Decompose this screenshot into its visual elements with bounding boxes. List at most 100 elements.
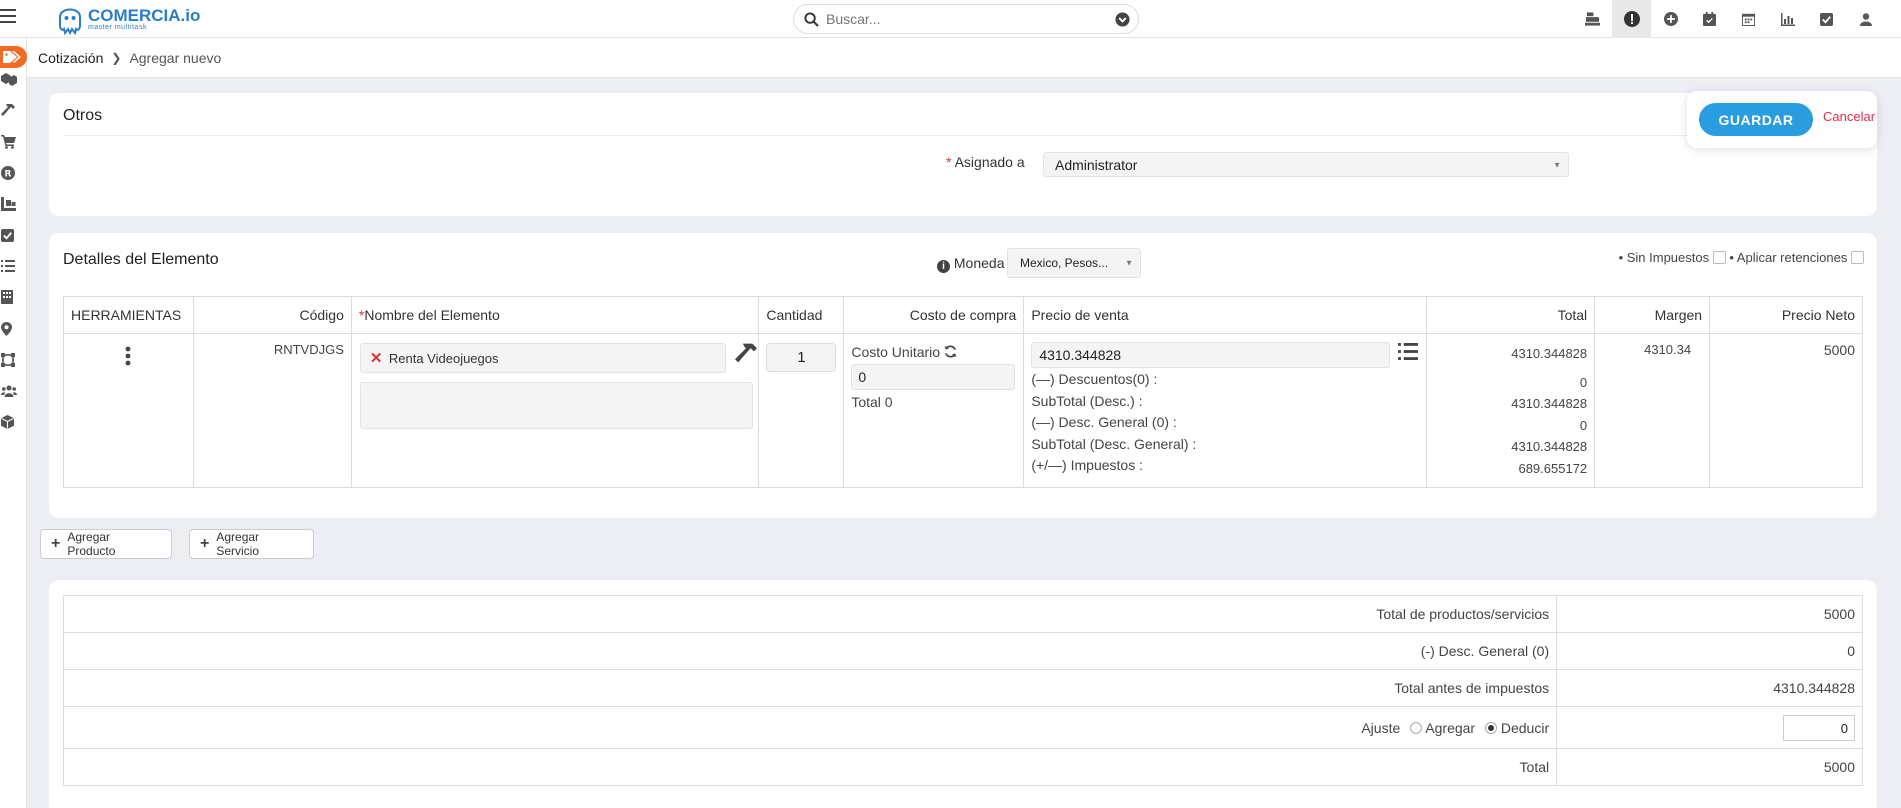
totals-row-products: Total de productos/servicios 5000 — [62, 595, 1863, 633]
sidebar-item-workflow[interactable] — [0, 350, 27, 370]
general-desc-total-value: 0 — [1556, 632, 1863, 670]
cart-icon — [1, 135, 16, 149]
users-icon — [1, 385, 17, 397]
aplicar-retenciones-checkbox[interactable] — [1851, 251, 1864, 264]
left-sidebar: R — [0, 38, 27, 808]
building-icon — [1, 290, 13, 304]
adjust-cell: Ajuste Agregar Deducir — [62, 706, 1558, 749]
col-code: Código — [192, 296, 352, 334]
sidebar-item-company[interactable] — [0, 287, 27, 307]
sidebar-item-locations[interactable] — [0, 319, 27, 339]
info-icon: i — [937, 260, 950, 273]
currency-select[interactable]: Mexico, Pesos... ▼ — [1007, 248, 1141, 278]
logo-tagline: master multitask — [88, 24, 147, 31]
products-total-value: 5000 — [1556, 595, 1863, 633]
search-bar[interactable] — [793, 4, 1139, 34]
breadcrumb: Cotización ❯ Agregar nuevo — [27, 38, 1901, 78]
sidebar-item-products[interactable] — [0, 412, 27, 432]
breadcrumb-current: Agregar nuevo — [129, 49, 222, 66]
chevron-down-circle-icon[interactable] — [1115, 12, 1130, 27]
before-tax-value: 4310.344828 — [1556, 669, 1863, 707]
top-bar: COMERCIA.io master multitask — [0, 0, 1901, 38]
cash-register-icon[interactable] — [1573, 0, 1612, 38]
sidebar-item-list[interactable] — [0, 256, 27, 276]
discounts-label[interactable]: (—) Descuentos(0) : — [1031, 369, 1419, 391]
sidebar-item-tasks[interactable] — [0, 225, 27, 245]
otros-panel: Otros * Asignado a Administrator ▼ — [49, 93, 1877, 216]
currency-label: i Moneda — [937, 255, 1004, 273]
taxes-label[interactable]: (+/—) Impuestos : — [1031, 455, 1419, 477]
total-general-desc: 0 — [1579, 417, 1588, 433]
plus-icon: + — [200, 535, 210, 552]
sidebar-item-tools[interactable] — [0, 100, 27, 120]
cancel-link[interactable]: Cancelar — [1823, 109, 1875, 124]
refresh-icon[interactable] — [944, 345, 957, 358]
products-total-label: Total de productos/servicios — [62, 595, 1558, 633]
col-cost: Costo de compra — [843, 296, 1025, 334]
name-cell: ✕ Renta Videojuegos — [350, 333, 760, 488]
checkbox-icon — [1, 228, 14, 242]
sin-impuestos-label: • Sin Impuestos — [1618, 250, 1710, 265]
item-name-field[interactable]: ✕ Renta Videojuegos — [359, 343, 726, 373]
boxes-icon — [1, 73, 17, 86]
assigned-select[interactable]: Administrator ▼ — [1043, 152, 1569, 177]
adjust-label: Ajuste — [1361, 719, 1401, 736]
adjust-add-radio[interactable] — [1410, 721, 1423, 734]
pallet-icon — [1, 197, 16, 211]
user-icon[interactable] — [1846, 0, 1885, 38]
cost-total: Total 0 — [851, 394, 893, 410]
calendar-check-icon[interactable] — [1690, 0, 1729, 38]
sidebar-item-tag[interactable] — [0, 46, 27, 68]
price-input[interactable]: 4310.344828 — [1031, 342, 1391, 368]
totals-row-adjust: Ajuste Agregar Deducir 0 — [62, 706, 1863, 749]
search-input[interactable] — [826, 10, 1096, 28]
tag-icon — [3, 51, 21, 63]
general-desc-total-label[interactable]: (-) Desc. General (0) — [62, 632, 1558, 670]
general-desc-label[interactable]: (—) Desc. General (0) : — [1031, 412, 1419, 434]
cube-icon — [1, 415, 14, 429]
add-service-button[interactable]: + Agregar Servicio — [189, 529, 314, 559]
adjust-deduct-radio[interactable] — [1484, 721, 1497, 734]
col-name: *Nombre del Elemento — [350, 296, 760, 334]
adjust-deduct-label: Deducir — [1500, 719, 1550, 736]
more-vertical-icon[interactable] — [125, 346, 131, 366]
sidebar-item-registered[interactable]: R — [0, 163, 27, 183]
sidebar-item-cart[interactable] — [0, 132, 27, 152]
checkbox-icon[interactable] — [1807, 0, 1846, 38]
totals-row-total: Total 5000 — [62, 748, 1863, 786]
select-arrow-icon: ▼ — [1125, 258, 1133, 268]
list-icon[interactable] — [1398, 343, 1419, 360]
map-pin-icon — [1, 322, 12, 336]
total-main: 4310.344828 — [1511, 346, 1588, 361]
app-logo[interactable]: COMERCIA.io master multitask — [56, 2, 200, 36]
hammer-icon[interactable] — [734, 342, 758, 364]
save-button[interactable]: GUARDAR — [1699, 103, 1813, 136]
price-cell: 4310.344828 (—) Descuentos(0) : SubTotal… — [1023, 333, 1428, 488]
plus-icon: + — [51, 535, 61, 552]
assigned-value: Administrator — [1055, 156, 1138, 173]
add-product-button[interactable]: + Agregar Producto — [40, 529, 172, 559]
net-cell: 5000 — [1709, 333, 1863, 488]
cost-unit-input[interactable]: 0 — [851, 364, 1016, 390]
sidebar-item-users[interactable] — [0, 381, 27, 401]
total-taxes: 689.655172 — [1518, 460, 1588, 476]
chart-icon[interactable] — [1768, 0, 1807, 38]
adjust-input[interactable]: 0 — [1783, 714, 1855, 741]
svg-text:R: R — [5, 170, 12, 180]
sin-impuestos-checkbox[interactable] — [1712, 251, 1726, 264]
sidebar-item-inventory[interactable] — [0, 194, 27, 214]
hamburger-menu-icon[interactable] — [0, 9, 16, 27]
alert-icon[interactable] — [1612, 0, 1651, 38]
total-discounts: 0 — [1579, 374, 1588, 390]
clear-icon[interactable]: ✕ — [370, 349, 383, 367]
grand-total-label: Total — [62, 748, 1558, 786]
margin-cell: 4310.34 — [1594, 333, 1711, 488]
quantity-input[interactable]: 1 — [766, 343, 837, 372]
add-circle-icon[interactable] — [1651, 0, 1690, 38]
search-icon — [804, 12, 819, 27]
sidebar-item-boxes[interactable] — [0, 70, 27, 90]
item-description-textarea[interactable] — [359, 382, 753, 429]
calendar-icon[interactable] — [1729, 0, 1768, 38]
table-row: RNTVDJGS ✕ Renta Videojuegos 1 Costo Uni… — [63, 333, 1863, 488]
breadcrumb-parent[interactable]: Cotización — [38, 50, 103, 66]
